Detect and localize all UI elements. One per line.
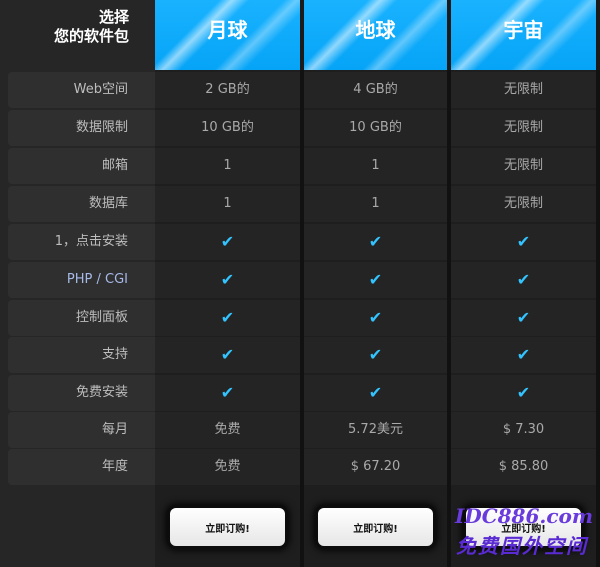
- plan-header-universe: 宇宙: [451, 0, 596, 70]
- feature-row-data-limit: 数据限制 10 GB的 10 GB的 无限制: [0, 110, 600, 147]
- feature-label: 控制面板: [8, 300, 155, 336]
- watermark-tagline: 免费国外空间: [456, 534, 588, 558]
- feature-row-database: 数据库 1 1 无限制: [0, 186, 600, 223]
- price-monthly-universe: $ 7.30: [451, 412, 596, 448]
- plan-header-moon: 月球: [155, 0, 300, 70]
- checkmark-icon: ✔: [304, 300, 447, 336]
- title-line-2: 您的软件包: [53, 27, 129, 45]
- checkmark-icon: ✔: [155, 375, 300, 411]
- feature-row-free-install: 免费安装 ✔ ✔ ✔: [0, 375, 600, 412]
- order-button-earth[interactable]: 立即订购!: [318, 508, 433, 546]
- checkmark-icon: ✔: [155, 262, 300, 298]
- checkmark-icon: ✔: [304, 375, 447, 411]
- order-area-moon: 立即订购!: [155, 501, 300, 553]
- checkmark-icon: ✔: [304, 262, 447, 298]
- checkmark-icon: ✔: [304, 337, 447, 373]
- checkmark-icon: ✔: [451, 224, 596, 260]
- feature-value-moon: 1: [155, 186, 300, 222]
- feature-label: 邮箱: [8, 148, 155, 184]
- feature-label: 数据限制: [8, 110, 155, 146]
- feature-value-universe: 无限制: [451, 72, 596, 108]
- feature-label: 数据库: [8, 186, 155, 222]
- checkmark-icon: ✔: [155, 337, 300, 373]
- feature-value-moon: 1: [155, 148, 300, 184]
- feature-value-earth: 4 GB的: [304, 72, 447, 108]
- checkmark-icon: ✔: [451, 300, 596, 336]
- feature-row-control-panel: 控制面板 ✔ ✔ ✔: [0, 300, 600, 337]
- feature-label: 1，点击安装: [8, 224, 155, 260]
- feature-row-monthly-price: 每月 免费 5.72美元 $ 7.30: [0, 412, 600, 449]
- feature-label: Web空间: [8, 72, 155, 108]
- feature-row-php-cgi: PHP / CGI ✔ ✔ ✔: [0, 262, 600, 299]
- feature-value-moon: 10 GB的: [155, 110, 300, 146]
- watermark-domain: IDC886.com: [455, 504, 594, 528]
- feature-value-universe: 无限制: [451, 110, 596, 146]
- feature-value-earth: 1: [304, 186, 447, 222]
- price-monthly-earth: 5.72美元: [304, 412, 447, 448]
- feature-value-earth: 10 GB的: [304, 110, 447, 146]
- checkmark-icon: ✔: [304, 224, 447, 260]
- feature-value-universe: 无限制: [451, 186, 596, 222]
- package-selection-title: 选择 您的软件包: [0, 0, 155, 70]
- feature-value-universe: 无限制: [451, 148, 596, 184]
- plan-header-earth: 地球: [304, 0, 447, 70]
- checkmark-icon: ✔: [155, 224, 300, 260]
- order-area-earth: 立即订购!: [304, 501, 447, 553]
- feature-label: PHP / CGI: [8, 262, 155, 298]
- plan-name-universe: 宇宙: [503, 18, 544, 42]
- plan-name-earth: 地球: [355, 18, 396, 42]
- feature-label: 每月: [8, 412, 155, 448]
- feature-row-mailbox: 邮箱 1 1 无限制: [0, 148, 600, 185]
- checkmark-icon: ✔: [451, 262, 596, 298]
- feature-label: 免费安装: [8, 375, 155, 411]
- price-yearly-moon: 免费: [155, 449, 300, 485]
- feature-row-one-click-install: 1，点击安装 ✔ ✔ ✔: [0, 224, 600, 261]
- price-yearly-earth: $ 67.20: [304, 449, 447, 485]
- price-yearly-universe: $ 85.80: [451, 449, 596, 485]
- feature-value-moon: 2 GB的: [155, 72, 300, 108]
- feature-row-web-space: Web空间 2 GB的 4 GB的 无限制: [0, 72, 600, 109]
- title-line-1: 选择: [98, 8, 129, 26]
- plan-name-moon: 月球: [207, 18, 248, 42]
- feature-row-yearly-price: 年度 免费 $ 67.20 $ 85.80: [0, 449, 600, 486]
- feature-label: 支持: [8, 337, 155, 373]
- checkmark-icon: ✔: [451, 375, 596, 411]
- order-button-moon[interactable]: 立即订购!: [170, 508, 285, 546]
- checkmark-icon: ✔: [155, 300, 300, 336]
- feature-label: 年度: [8, 449, 155, 485]
- feature-row-support: 支持 ✔ ✔ ✔: [0, 337, 600, 374]
- checkmark-icon: ✔: [451, 337, 596, 373]
- price-monthly-moon: 免费: [155, 412, 300, 448]
- feature-value-earth: 1: [304, 148, 447, 184]
